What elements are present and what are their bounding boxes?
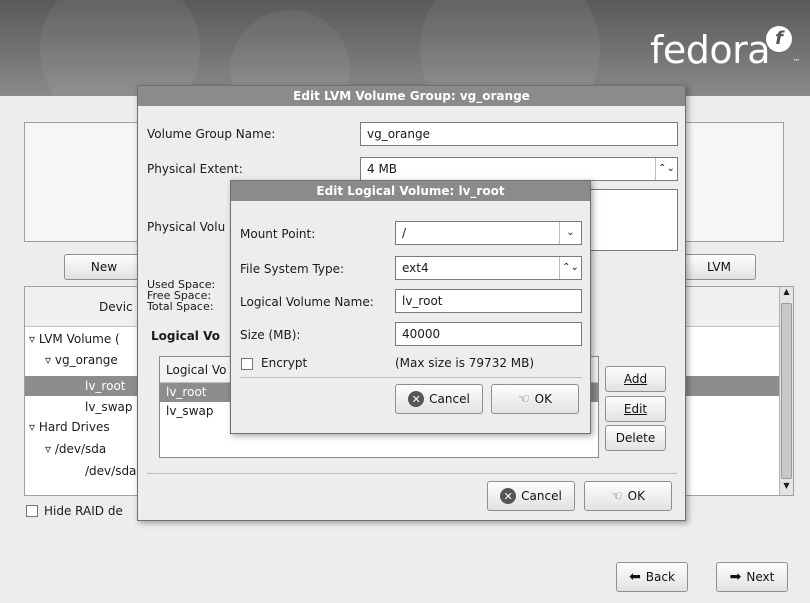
new-button[interactable]: New: [64, 254, 144, 280]
tree-label: /dev/sda: [85, 464, 137, 478]
total-space-label: Total Space:: [147, 300, 214, 313]
scroll-up-icon[interactable]: ▲: [780, 287, 793, 301]
tree-label: LVM Volume (: [38, 332, 120, 346]
lv-name-label: Logical Volume Name:: [240, 295, 374, 309]
add-button[interactable]: Add: [605, 366, 666, 392]
vg-cancel-button[interactable]: ✕ Cancel: [487, 481, 575, 511]
lv-dialog-title: Edit Logical Volume: lv_root: [231, 181, 590, 201]
lv-name-field[interactable]: lv_root: [395, 289, 582, 313]
scroll-down-icon[interactable]: ▼: [780, 481, 793, 495]
edit-button[interactable]: Edit: [605, 396, 666, 422]
vg-dialog-title: Edit LVM Volume Group: vg_orange: [138, 86, 685, 106]
chevron-down-icon[interactable]: ⌄: [559, 222, 581, 244]
add-button-label: Add: [623, 372, 648, 386]
lv-dialog-separator: [240, 377, 582, 378]
fedora-logo: fedora: [649, 28, 771, 72]
vg-cancel-label: Cancel: [521, 489, 562, 503]
tree-label: vg_orange: [54, 353, 118, 367]
ok-hand-icon: ☜: [611, 488, 623, 504]
vg-dialog-separator: [147, 473, 677, 474]
mount-point-value: /: [402, 226, 407, 240]
cancel-icon: ✕: [500, 488, 517, 504]
vg-ok-label: OK: [627, 489, 645, 503]
next-arrow-icon: ➡: [729, 569, 742, 585]
delete-button[interactable]: Delete: [605, 425, 666, 451]
back-button-label: Back: [645, 570, 675, 584]
mount-point-label: Mount Point:: [240, 227, 316, 241]
tree-label: lv_root: [85, 379, 126, 393]
fs-type-value: ext4: [402, 261, 429, 275]
tree-label: Hard Drives: [38, 420, 110, 434]
lv-section-label: Logical Vo: [151, 329, 220, 343]
lv-row-label: lv_root: [166, 385, 207, 399]
max-size-text: (Max size is 79732 MB): [395, 356, 535, 370]
pe-label: Physical Extent:: [147, 162, 243, 176]
lv-row-label: lv_swap: [166, 404, 214, 418]
next-button[interactable]: ➡ Next: [716, 562, 788, 592]
expander-open-icon[interactable]: ▿: [29, 332, 39, 346]
hide-raid-label: Hide RAID de: [44, 504, 123, 518]
size-label: Size (MB):: [240, 328, 301, 342]
vg-name-field[interactable]: vg_orange: [360, 122, 678, 146]
edit-button-label: Edit: [623, 402, 648, 416]
edit-lv-dialog: Edit Logical Volume: lv_root Mount Point…: [230, 180, 591, 434]
back-button[interactable]: ⬅ Back: [616, 562, 688, 592]
new-button-label: New: [90, 260, 118, 274]
pv-label: Physical Volu: [147, 220, 226, 234]
mount-point-combo[interactable]: / ⌄: [395, 221, 582, 245]
header-banner: fedora f ™: [0, 0, 810, 96]
scroll-thumb[interactable]: [781, 303, 792, 479]
encrypt-checkbox[interactable]: [241, 358, 253, 370]
updown-arrow-icon: ⌃⌄: [559, 257, 581, 279]
fs-type-label: File System Type:: [240, 262, 345, 276]
lv-ok-label: OK: [534, 392, 552, 406]
ok-hand-icon: ☜: [518, 391, 530, 407]
size-field[interactable]: 40000: [395, 322, 582, 346]
lvm-button-label: LVM: [707, 260, 731, 274]
fedora-logo-tm: ™: [793, 58, 800, 66]
lv-column-label: Logical Vo: [166, 363, 227, 377]
expander-open-icon[interactable]: ▿: [29, 420, 39, 434]
tree-label: /dev/sda: [54, 442, 107, 456]
delete-button-label: Delete: [615, 431, 656, 445]
device-column-header: Devic: [99, 300, 133, 314]
fs-type-select[interactable]: ext4 ⌃⌄: [395, 256, 582, 280]
lv-ok-button[interactable]: ☜ OK: [491, 384, 579, 414]
tree-label: lv_swap: [85, 400, 133, 414]
lv-cancel-label: Cancel: [429, 392, 470, 406]
pe-select-value: 4 MB: [367, 162, 398, 176]
hide-raid-checkbox[interactable]: [26, 505, 38, 517]
vg-ok-button[interactable]: ☜ OK: [584, 481, 672, 511]
pe-select[interactable]: 4 MB ⌃⌄: [360, 157, 678, 181]
expander-open-icon[interactable]: ▿: [45, 442, 55, 456]
lv-cancel-button[interactable]: ✕ Cancel: [395, 384, 483, 414]
expander-open-icon[interactable]: ▿: [45, 353, 55, 367]
fedora-logo-mark: f: [766, 26, 792, 52]
next-button-label: Next: [746, 570, 775, 584]
back-arrow-icon: ⬅: [629, 569, 641, 585]
updown-arrow-icon: ⌃⌄: [655, 158, 677, 180]
cancel-icon: ✕: [408, 391, 425, 407]
encrypt-label: Encrypt: [261, 356, 308, 370]
tree-scrollbar[interactable]: ▲ ▼: [779, 287, 793, 495]
lvm-button[interactable]: LVM: [682, 254, 756, 280]
vg-name-label: Volume Group Name:: [147, 127, 276, 141]
